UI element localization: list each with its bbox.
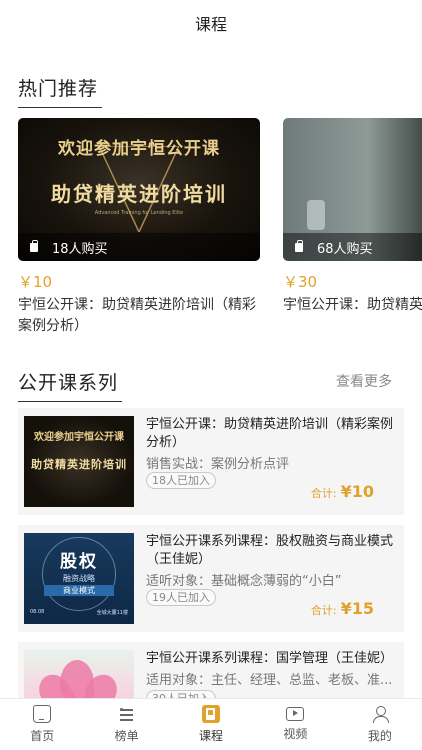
course-total: 合计: ¥15 xyxy=(311,599,374,618)
joined-count-badge: 18人已加入 xyxy=(146,472,216,489)
poster-main-title: 助贷精英进阶培训 xyxy=(51,182,227,206)
hot-card[interactable]: 68人购买 ￥30 宇恒公开课：助贷精英进阶培训王佳妮 xyxy=(283,118,422,337)
buyers-bar: 18人购买 xyxy=(18,233,260,261)
total-price: ¥15 xyxy=(340,599,374,618)
hot-card[interactable]: 欢迎参加宇恒公开课 助贷精英进阶培训 Advanced Training for… xyxy=(18,118,260,337)
page-title: 课程 xyxy=(194,15,227,34)
course-book-icon xyxy=(202,705,221,723)
tab-video[interactable]: 视频 xyxy=(253,699,337,750)
hot-card-title[interactable]: 宇恒公开课：助贷精英进阶培训（精彩案例分析） xyxy=(18,295,260,337)
thumbnail-date: 08.08 xyxy=(30,609,45,615)
course-list-item[interactable]: 欢迎参加宇恒公开课 助贷精英进阶培训 宇恒公开课：助贷精英进阶培训（精彩案例分析… xyxy=(18,408,404,515)
course-list[interactable]: 欢迎参加宇恒公开课 助贷精英进阶培训 宇恒公开课：助贷精英进阶培训（精彩案例分析… xyxy=(18,408,404,698)
hot-card-title[interactable]: 宇恒公开课：助贷精英进阶培训王佳妮 xyxy=(283,295,422,337)
poster-subtitle: Advanced Training for Lending Elite xyxy=(94,210,184,216)
course-thumbnail[interactable]: 股权 融资战略 商业模式 08.08 全城大厦11楼 xyxy=(24,533,134,624)
total-label: 合计: xyxy=(310,487,337,500)
tab-label: 课程 xyxy=(199,729,224,743)
thumbnail-info: 全城大厦11楼 xyxy=(96,610,128,616)
open-course-section-title: 公开课系列 xyxy=(18,368,123,402)
buyers-bar: 68人购买 xyxy=(283,233,422,261)
thumbnail-headline: 欢迎参加宇恒公开课 xyxy=(34,432,124,443)
tab-label: 榜单 xyxy=(114,729,139,743)
tab-label: 我的 xyxy=(367,729,392,743)
thumbnail-footer: 08.08 全城大厦11楼 xyxy=(30,609,128,616)
tab-ranking[interactable]: 榜单 xyxy=(84,699,168,750)
tab-home[interactable]: 首页 xyxy=(0,699,84,750)
thumbnail-tag: 商业模式 xyxy=(44,585,114,596)
course-thumbnail[interactable] xyxy=(24,650,134,698)
course-cover-image[interactable]: 68人购买 xyxy=(283,118,422,261)
video-play-icon xyxy=(286,707,305,721)
course-list-item[interactable]: 宇恒公开课系列课程：国学管理（王佳妮） 适用对象：主任、经理、总监、老板、准..… xyxy=(18,642,404,698)
hot-section-title: 热门推荐 xyxy=(18,74,103,108)
bottle-photo xyxy=(307,200,325,230)
view-more-link[interactable]: 查看更多 xyxy=(336,371,392,391)
hot-carousel[interactable]: 欢迎参加宇恒公开课 助贷精英进阶培训 Advanced Training for… xyxy=(18,118,422,348)
buyers-count: 18人购买 xyxy=(52,241,108,257)
shopping-bag-icon xyxy=(30,239,38,252)
rank-list-icon xyxy=(118,705,136,723)
course-title[interactable]: 宇恒公开课系列课程：国学管理（王佳妮） xyxy=(146,650,394,668)
course-description: 销售实战：案例分析点评 xyxy=(146,457,290,472)
poster-headline: 欢迎参加宇恒公开课 xyxy=(58,139,220,159)
hot-card-price: ￥10 xyxy=(18,273,53,291)
bottom-tab-bar: 首页 榜单 课程 视频 我的 xyxy=(0,698,422,750)
top-bar: 课程 xyxy=(0,0,422,46)
tab-label: 首页 xyxy=(30,729,55,743)
shopping-bag-icon xyxy=(295,239,303,252)
course-list-item[interactable]: 股权 融资战略 商业模式 08.08 全城大厦11楼 宇恒公开课系列课程：股权融… xyxy=(18,525,404,632)
course-title[interactable]: 宇恒公开课：助贷精英进阶培训（精彩案例分析） xyxy=(146,416,394,452)
tab-course[interactable]: 课程 xyxy=(169,699,253,750)
course-description: 适听对象：基础概念薄弱的“小白” xyxy=(146,574,342,589)
tab-label: 视频 xyxy=(283,727,308,741)
thumbnail-main-title: 助贷精英进阶培训 xyxy=(31,458,127,471)
course-thumbnail[interactable]: 欢迎参加宇恒公开课 助贷精英进阶培训 xyxy=(24,416,134,507)
home-icon xyxy=(33,705,52,723)
thumbnail-subtitle: 融资战略 xyxy=(63,574,95,583)
joined-count-badge: 19人已加入 xyxy=(146,589,216,606)
course-description: 适用对象：主任、经理、总监、老板、准... xyxy=(146,673,393,688)
course-title[interactable]: 宇恒公开课系列课程：股权融资与商业模式（王佳妮） xyxy=(146,533,394,569)
total-label: 合计: xyxy=(310,604,337,617)
buyers-count: 68人购买 xyxy=(317,241,373,257)
total-price: ¥10 xyxy=(340,482,374,501)
course-cover-image[interactable]: 欢迎参加宇恒公开课 助贷精英进阶培训 Advanced Training for… xyxy=(18,118,260,261)
hot-card-price: ￥30 xyxy=(283,273,318,291)
course-total: 合计: ¥10 xyxy=(311,482,374,501)
joined-count-badge: 30人已加入 xyxy=(146,690,216,698)
thumbnail-main-title: 股权 xyxy=(60,552,98,572)
user-profile-icon xyxy=(371,705,389,723)
tab-profile[interactable]: 我的 xyxy=(338,699,422,750)
